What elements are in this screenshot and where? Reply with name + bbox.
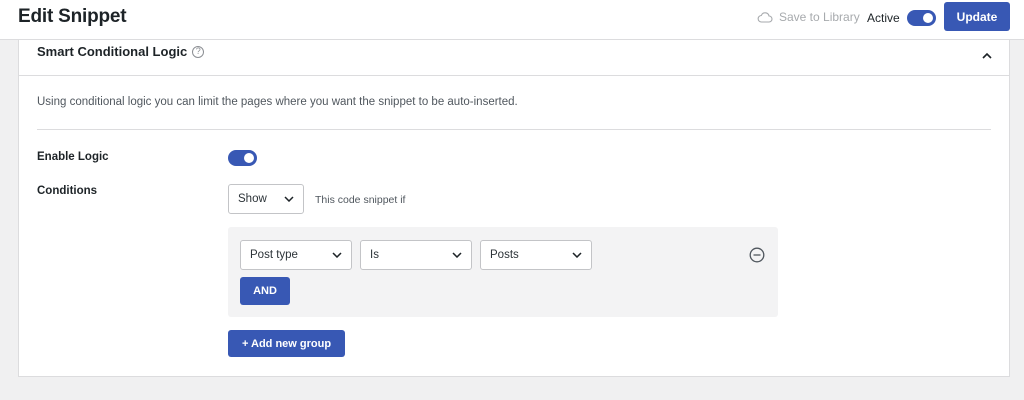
- enable-logic-label: Enable Logic: [37, 151, 109, 163]
- chevron-down-icon: [332, 252, 342, 258]
- chevron-up-icon[interactable]: [980, 49, 994, 63]
- panel-description: Using conditional logic you can limit th…: [37, 96, 518, 108]
- top-bar: Edit Snippet Save to Library Active Upda…: [0, 0, 1024, 40]
- and-button[interactable]: AND: [240, 277, 290, 305]
- save-to-library-label: Save to Library: [779, 10, 860, 24]
- condition-group: Post type Is Posts AND: [228, 227, 778, 317]
- panel-header[interactable]: Smart Conditional Logic ?: [19, 40, 1009, 76]
- conditional-logic-panel: Smart Conditional Logic ? Using conditio…: [18, 40, 1010, 377]
- condition-operator-value: Is: [370, 249, 379, 261]
- panel-title: Smart Conditional Logic ?: [37, 44, 205, 59]
- update-button[interactable]: Update: [944, 2, 1010, 31]
- conditions-label: Conditions: [37, 185, 98, 197]
- condition-field-value: Post type: [250, 249, 298, 261]
- panel-title-text: Smart Conditional Logic: [37, 44, 188, 59]
- minus-circle-icon[interactable]: [749, 247, 765, 263]
- condition-value-value: Posts: [490, 249, 519, 261]
- snippet-if-text: This code snippet if: [315, 194, 406, 206]
- show-hide-value: Show: [238, 193, 267, 205]
- toggle-knob: [923, 13, 933, 23]
- save-to-library-button[interactable]: Save to Library: [757, 10, 860, 24]
- cloud-icon: [757, 12, 773, 23]
- condition-field-select[interactable]: Post type: [240, 240, 352, 270]
- active-label: Active: [867, 11, 900, 25]
- active-toggle[interactable]: [907, 10, 936, 26]
- chevron-down-icon: [572, 252, 582, 258]
- condition-value-select[interactable]: Posts: [480, 240, 592, 270]
- condition-operator-select[interactable]: Is: [360, 240, 472, 270]
- divider: [37, 129, 991, 130]
- add-new-group-button[interactable]: + Add new group: [228, 330, 345, 357]
- page-title: Edit Snippet: [18, 6, 127, 27]
- chevron-down-icon: [452, 252, 462, 258]
- toggle-knob: [244, 153, 254, 163]
- help-circle-icon[interactable]: ?: [192, 45, 205, 58]
- chevron-down-icon: [284, 196, 294, 202]
- show-hide-select[interactable]: Show: [228, 184, 304, 214]
- enable-logic-toggle[interactable]: [228, 150, 257, 166]
